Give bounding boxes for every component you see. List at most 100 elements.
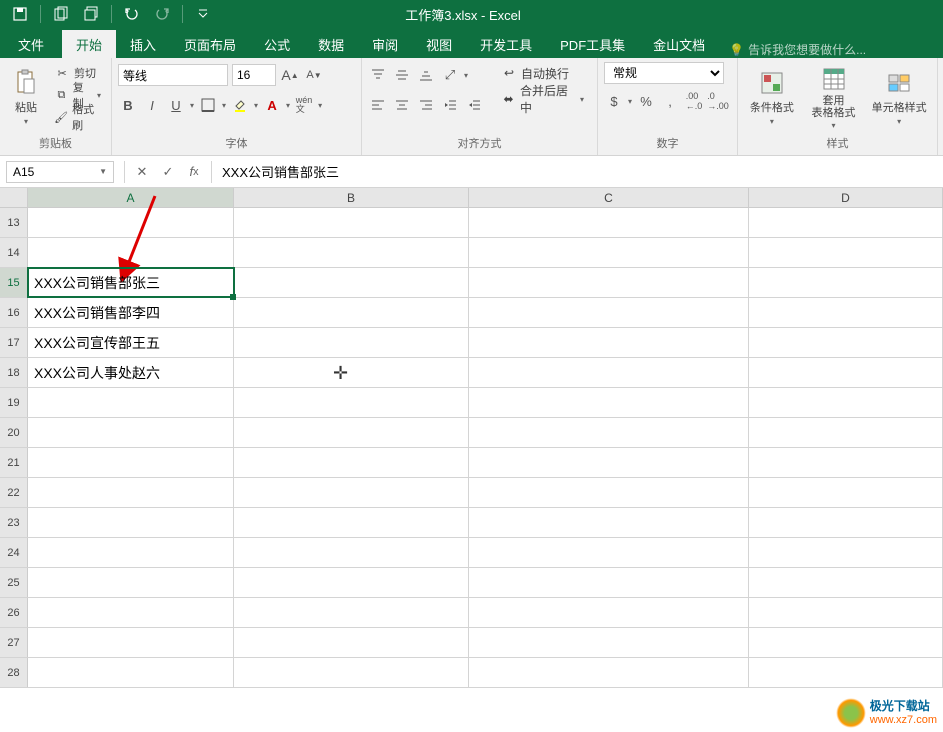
cell[interactable] [749, 328, 943, 357]
cell[interactable] [28, 598, 234, 627]
wrap-text-button[interactable]: ↩ 自动换行 [494, 62, 591, 84]
redo-button[interactable] [148, 2, 176, 26]
formula-input[interactable] [216, 161, 943, 183]
row-header[interactable]: 22 [0, 478, 28, 507]
row-header[interactable]: 23 [0, 508, 28, 537]
accounting-format-button[interactable]: $ [604, 91, 624, 111]
column-header[interactable]: C [469, 188, 749, 207]
cell[interactable] [234, 508, 469, 537]
cell[interactable] [234, 598, 469, 627]
cell[interactable] [234, 478, 469, 507]
comma-button[interactable]: , [660, 91, 680, 111]
cell[interactable] [28, 388, 234, 417]
cell[interactable] [28, 538, 234, 567]
align-top-button[interactable] [368, 65, 388, 85]
cell[interactable] [749, 508, 943, 537]
row-header[interactable]: 20 [0, 418, 28, 447]
row-header[interactable]: 18 [0, 358, 28, 387]
align-middle-button[interactable] [392, 65, 412, 85]
cell[interactable] [749, 208, 943, 237]
cell[interactable] [469, 358, 749, 387]
row-header[interactable]: 14 [0, 238, 28, 267]
decrease-decimal-button[interactable]: .0→.00 [708, 91, 728, 111]
row-header[interactable]: 16 [0, 298, 28, 327]
underline-button[interactable]: U [166, 95, 186, 115]
format-painter-button[interactable]: 🖌 格式刷 [50, 106, 105, 128]
tab-data[interactable]: 数据 [304, 30, 358, 58]
cell[interactable] [234, 448, 469, 477]
cell[interactable] [749, 598, 943, 627]
decrease-font-button[interactable]: A▼ [304, 65, 324, 85]
cell[interactable] [469, 448, 749, 477]
confirm-edit-button[interactable]: ✓ [155, 161, 181, 183]
cell[interactable] [469, 598, 749, 627]
cell[interactable] [234, 568, 469, 597]
cell[interactable] [469, 298, 749, 327]
save-button[interactable] [6, 2, 34, 26]
format-as-table-button[interactable]: 套用 表格格式 ▾ [804, 62, 864, 133]
cell-styles-button[interactable]: 单元格样式 ▾ [867, 62, 931, 133]
bold-button[interactable]: B [118, 95, 138, 115]
conditional-format-button[interactable]: 条件格式 ▾ [744, 62, 800, 133]
cell[interactable] [749, 628, 943, 657]
increase-font-button[interactable]: A▲ [280, 65, 300, 85]
cell[interactable] [28, 238, 234, 267]
cell[interactable] [469, 568, 749, 597]
row-header[interactable]: 28 [0, 658, 28, 687]
cell[interactable] [469, 268, 749, 297]
row-header[interactable]: 26 [0, 598, 28, 627]
cell[interactable] [234, 298, 469, 327]
tab-pdf-tools[interactable]: PDF工具集 [546, 30, 639, 58]
cell[interactable] [234, 328, 469, 357]
align-bottom-button[interactable] [416, 65, 436, 85]
percent-button[interactable]: % [636, 91, 656, 111]
row-header[interactable]: 13 [0, 208, 28, 237]
qat-customize-button[interactable] [189, 2, 217, 26]
cell[interactable] [28, 448, 234, 477]
decrease-indent-button[interactable] [440, 95, 460, 115]
cell[interactable] [234, 658, 469, 687]
select-all-corner[interactable] [0, 188, 28, 207]
row-header[interactable]: 24 [0, 538, 28, 567]
increase-indent-button[interactable] [464, 95, 484, 115]
cell[interactable]: XXX公司宣传部王五 [28, 328, 234, 357]
cell[interactable] [469, 208, 749, 237]
orientation-button[interactable]: ⤢ [440, 65, 460, 85]
cell[interactable] [234, 538, 469, 567]
name-box[interactable]: A15 ▼ [6, 161, 114, 183]
cell[interactable] [28, 628, 234, 657]
cell[interactable] [469, 538, 749, 567]
phonetic-button[interactable]: wén文 [294, 95, 314, 115]
cell[interactable] [234, 418, 469, 447]
cell[interactable] [234, 238, 469, 267]
row-header[interactable]: 15 [0, 268, 28, 297]
column-header[interactable]: D [749, 188, 943, 207]
insert-function-button[interactable]: fx [181, 161, 207, 183]
align-right-button[interactable] [416, 95, 436, 115]
paste-button[interactable]: 粘贴 ▾ [6, 62, 46, 133]
qat-button-2[interactable] [77, 2, 105, 26]
cell[interactable] [234, 358, 469, 387]
column-header[interactable]: A [28, 188, 234, 207]
cell[interactable]: XXX公司销售部李四 [28, 298, 234, 327]
tab-view[interactable]: 视图 [412, 30, 466, 58]
font-name-select[interactable] [118, 64, 228, 86]
border-button[interactable] [198, 95, 218, 115]
fill-color-button[interactable] [230, 95, 250, 115]
qat-button-1[interactable] [47, 2, 75, 26]
cell[interactable] [749, 298, 943, 327]
cell[interactable] [469, 658, 749, 687]
align-left-button[interactable] [368, 95, 388, 115]
cell[interactable] [469, 388, 749, 417]
tab-file[interactable]: 文件 [0, 30, 62, 58]
align-center-button[interactable] [392, 95, 412, 115]
tab-developer[interactable]: 开发工具 [466, 30, 546, 58]
tab-formulas[interactable]: 公式 [250, 30, 304, 58]
cell[interactable] [28, 418, 234, 447]
cell[interactable] [469, 478, 749, 507]
cell[interactable] [234, 268, 469, 297]
italic-button[interactable]: I [142, 95, 162, 115]
merge-center-button[interactable]: ⬌ 合并后居中 ▾ [494, 88, 591, 110]
cell[interactable] [749, 568, 943, 597]
font-size-select[interactable] [232, 64, 276, 86]
